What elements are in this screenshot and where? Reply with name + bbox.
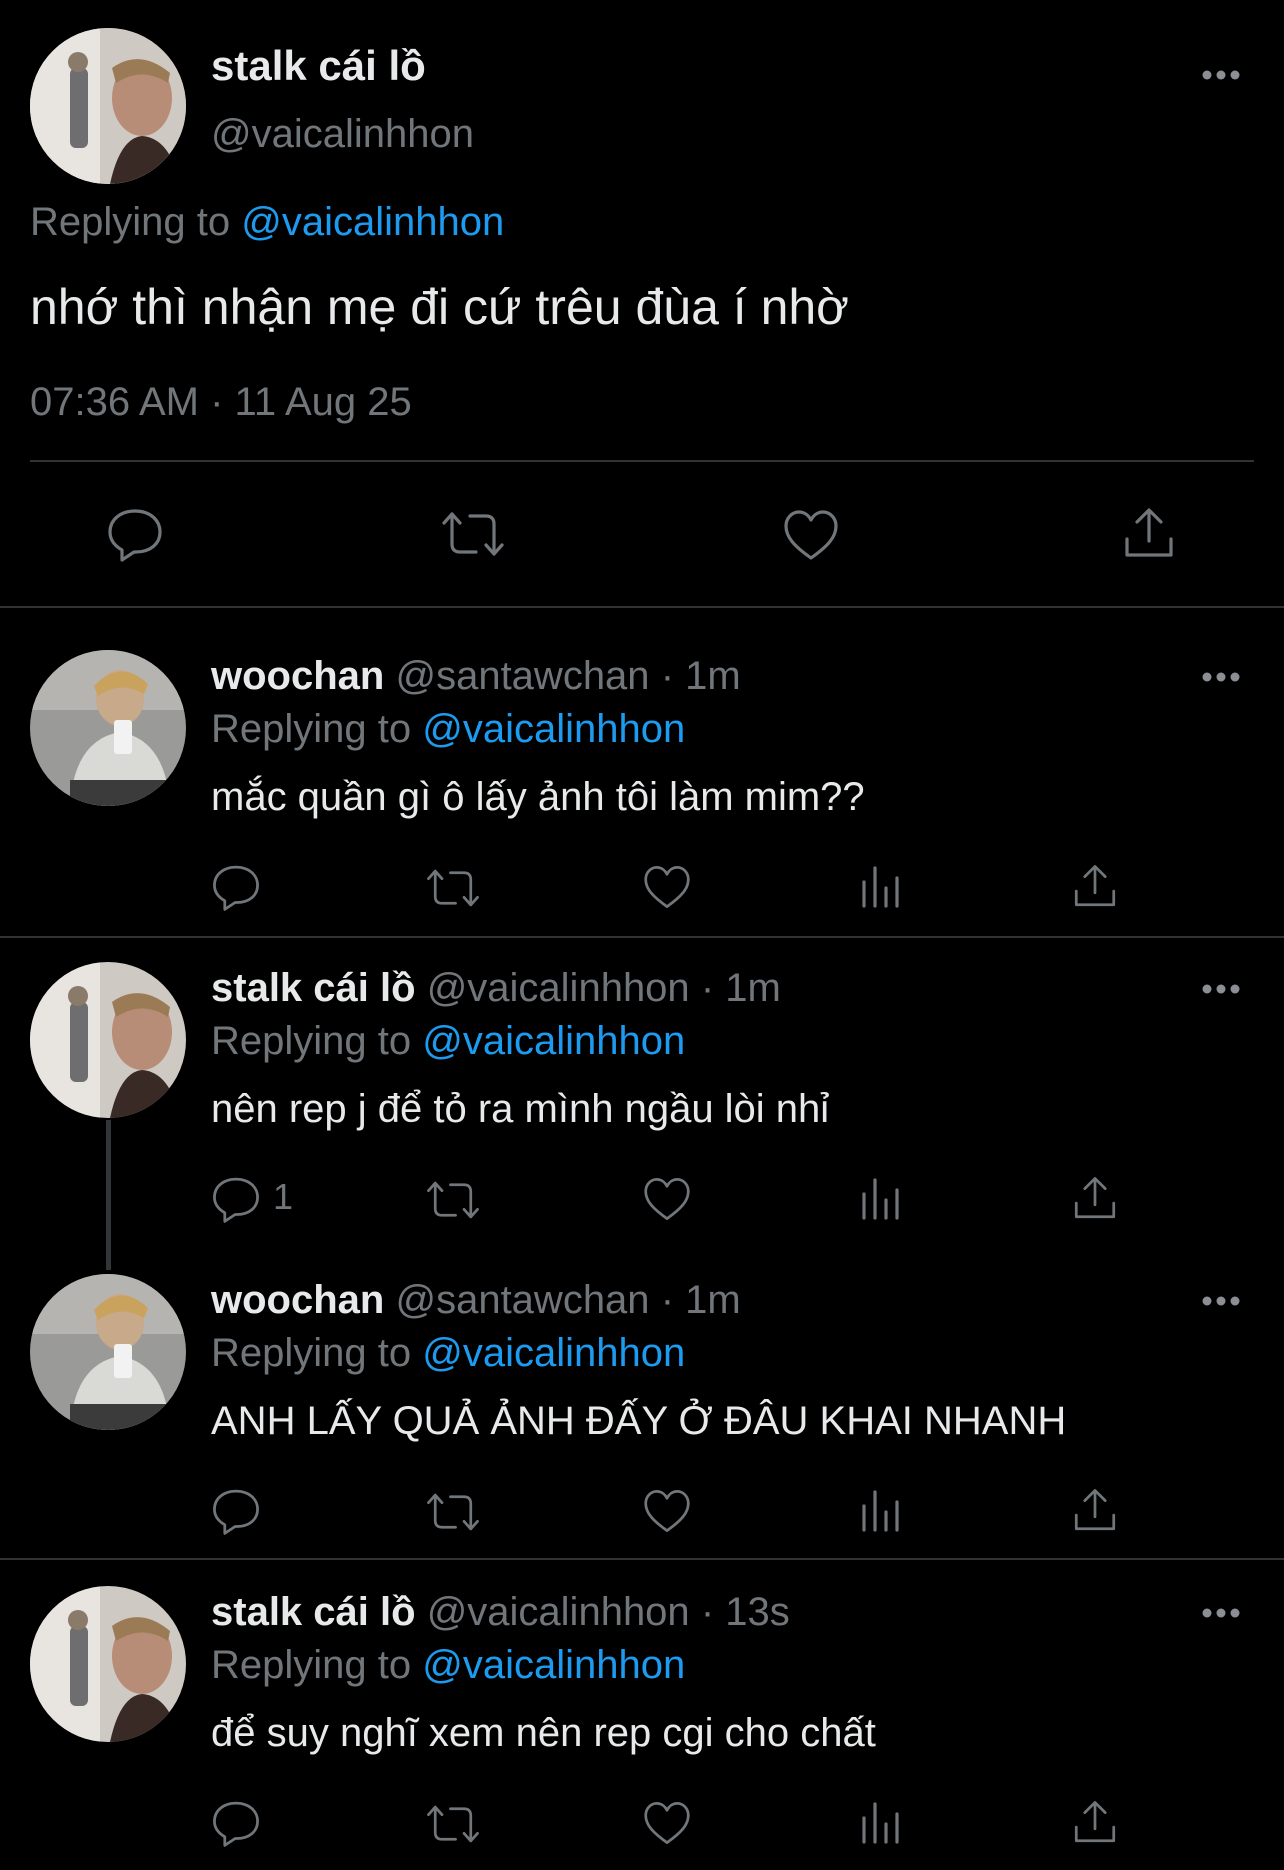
replying-label: Replying to [211,1643,412,1687]
reply-text: để suy nghĩ xem nên rep cgi cho chất [211,1711,876,1755]
reply-display-name[interactable]: woochan [211,654,384,698]
main-replying-to: Replying to @vaicalinhhon [30,200,504,245]
replying-handle-link[interactable]: @vaicalinhhon [422,1331,685,1375]
share-icon[interactable] [1072,1174,1118,1222]
main-handle[interactable]: @vaicalinhhon [211,112,474,157]
replying-to: Replying to @vaicalinhhon [211,1019,685,1064]
avatar[interactable] [30,962,186,1118]
reply-count: 1 [273,1176,294,1217]
divider [0,606,1284,608]
reply-icon[interactable] [106,505,164,563]
like-icon[interactable] [642,864,692,910]
reply-text: ANH LẤY QUẢ ẢNH ĐẤY Ở ĐÂU KHAI NHANH [211,1399,1067,1443]
replying-label: Replying to [30,200,231,244]
more-options-icon[interactable] [1200,1294,1242,1308]
retweet-icon[interactable] [425,1178,481,1222]
avatar[interactable] [30,1586,186,1742]
reply-header: woochan @santawchan · 1m [211,1278,741,1323]
replying-label: Replying to [211,707,412,751]
reply-handle[interactable]: @santawchan [395,1278,649,1322]
more-options-icon[interactable] [1200,982,1242,996]
share-icon[interactable] [1072,1798,1118,1846]
replying-to: Replying to @vaicalinhhon [211,1331,685,1376]
reply-icon[interactable] [211,1174,261,1224]
reply-display-name[interactable]: stalk cái lồ [211,1590,416,1634]
analytics-icon[interactable] [860,862,902,908]
analytics-icon[interactable] [860,1486,902,1532]
retweet-icon[interactable] [425,866,481,910]
reply-display-name[interactable]: woochan [211,1278,384,1322]
replying-to: Replying to @vaicalinhhon [211,1643,685,1688]
replying-handle-link[interactable]: @vaicalinhhon [422,1019,685,1063]
reply-time[interactable]: · 13s [701,1590,790,1634]
like-icon[interactable] [782,508,840,562]
main-timestamp[interactable]: 07:36 AM · 11 Aug 25 [30,380,412,425]
reply-handle[interactable]: @vaicalinhhon [427,966,690,1010]
main-tweet-text: nhớ thì nhận mẹ đi cứ trêu đùa í nhờ [30,279,849,335]
replying-handle-link[interactable]: @vaicalinhhon [422,707,685,751]
avatar[interactable] [30,650,186,806]
reply-time[interactable]: · 1m [701,966,781,1010]
reply-time[interactable]: · 1m [661,1278,741,1322]
main-display-name[interactable]: stalk cái lồ [211,42,426,90]
reply-icon[interactable] [211,1486,261,1536]
divider [0,1558,1284,1560]
thread-connector-line [106,1120,111,1270]
reply-handle[interactable]: @santawchan [395,654,649,698]
share-icon[interactable] [1072,1486,1118,1534]
reply-time[interactable]: · 1m [661,654,741,698]
retweet-icon[interactable] [440,508,506,560]
avatar[interactable] [30,1274,186,1430]
replying-handle-link[interactable]: @vaicalinhhon [241,200,504,244]
reply-display-name[interactable]: stalk cái lồ [211,966,416,1010]
like-icon[interactable] [642,1176,692,1222]
more-options-icon[interactable] [1200,68,1242,82]
replying-handle-link[interactable]: @vaicalinhhon [422,1643,685,1687]
divider [0,936,1284,938]
like-icon[interactable] [642,1800,692,1846]
analytics-icon[interactable] [860,1798,902,1844]
reply-icon[interactable] [211,1798,261,1848]
replying-label: Replying to [211,1331,412,1375]
reply-header: stalk cái lồ @vaicalinhhon · 1m [211,966,781,1011]
reply-text: mắc quần gì ô lấy ảnh tôi làm mim?? [211,775,865,819]
share-icon[interactable] [1122,505,1176,561]
reply-text: nên rep j để tỏ ra mình ngầu lòi nhỉ [211,1087,830,1131]
divider [30,460,1254,462]
more-options-icon[interactable] [1200,1606,1242,1620]
reply-header: woochan @santawchan · 1m [211,654,741,699]
retweet-icon[interactable] [425,1802,481,1846]
replying-to: Replying to @vaicalinhhon [211,707,685,752]
like-icon[interactable] [642,1488,692,1534]
avatar[interactable] [30,28,186,184]
reply-header: stalk cái lồ @vaicalinhhon · 13s [211,1590,790,1635]
analytics-icon[interactable] [860,1174,902,1220]
retweet-icon[interactable] [425,1490,481,1534]
reply-handle[interactable]: @vaicalinhhon [427,1590,690,1634]
replying-label: Replying to [211,1019,412,1063]
share-icon[interactable] [1072,862,1118,910]
reply-icon[interactable] [211,862,261,912]
more-options-icon[interactable] [1200,670,1242,684]
